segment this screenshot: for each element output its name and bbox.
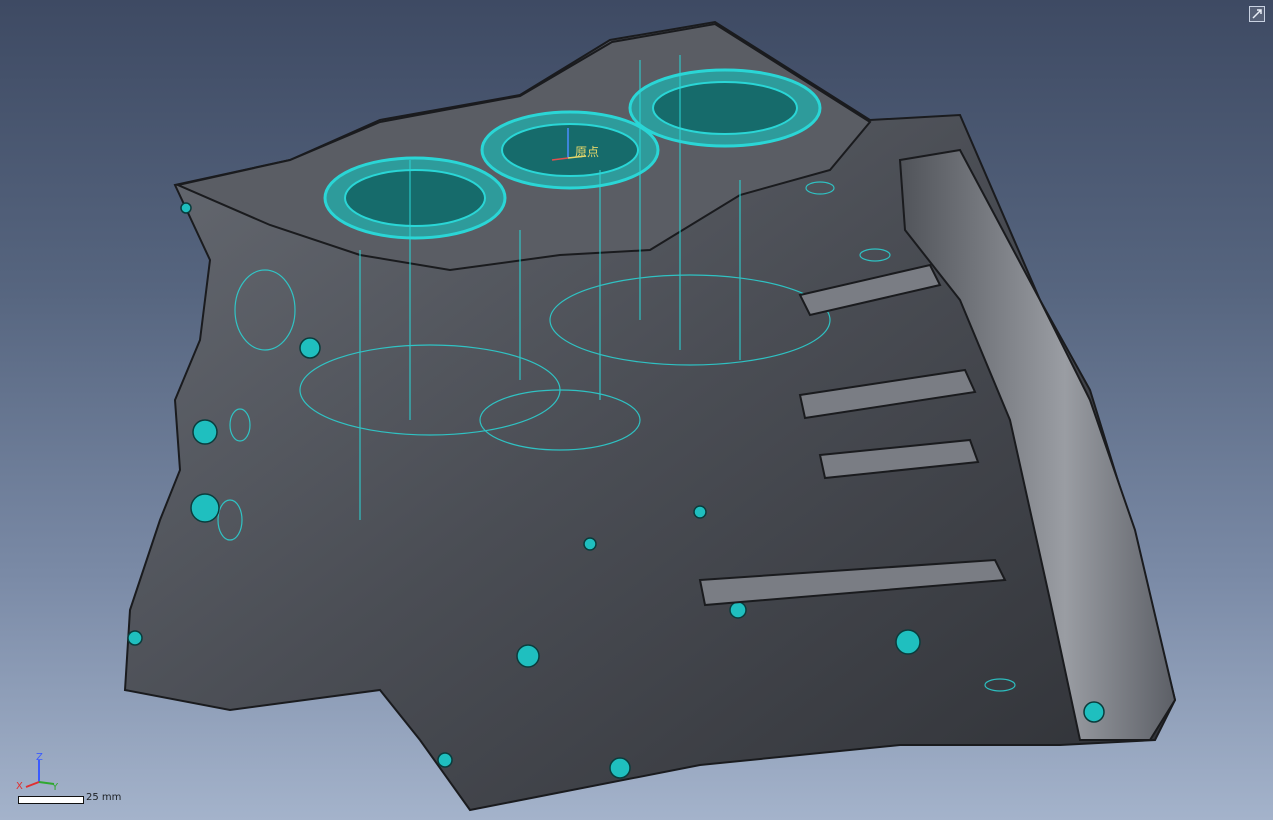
scale-label: 25 mm [86, 792, 122, 803]
graphics-viewport[interactable]: 原点 Z X Y 25 mm [0, 0, 1273, 820]
engine-block-model[interactable] [0, 0, 1273, 820]
triad-z-label: Z [36, 752, 43, 763]
orientation-triad: Z X Y [14, 752, 64, 793]
expand-icon [1252, 9, 1262, 19]
triad-y-label: Y [52, 782, 59, 793]
scale-bar [18, 796, 84, 804]
triad-x-label: X [16, 781, 23, 792]
origin-label: 原点 [575, 145, 600, 159]
expand-button[interactable] [1249, 6, 1265, 22]
